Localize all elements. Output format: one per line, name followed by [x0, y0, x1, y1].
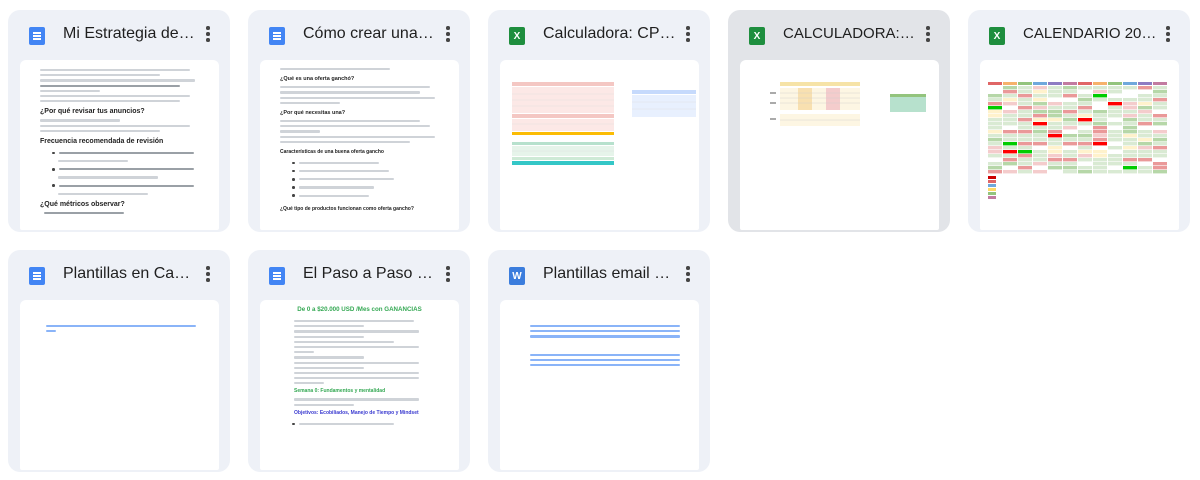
docs-icon: [29, 27, 45, 45]
file-card-calculadora-caps[interactable]: X CALCULADORA:…: [728, 10, 950, 232]
word-icon: W: [509, 267, 525, 285]
file-thumbnail[interactable]: [980, 60, 1179, 230]
card-header: Mi Estrategia de…: [8, 10, 230, 58]
card-header: Plantillas en Can…: [8, 250, 230, 298]
sheets-icon: X: [509, 27, 525, 45]
file-thumbnail[interactable]: [500, 60, 699, 230]
more-options-button[interactable]: [676, 262, 700, 286]
card-header: X CALCULADORA:…: [728, 10, 950, 58]
more-options-button[interactable]: [676, 22, 700, 46]
preview-heading: Características de una buena oferta ganc…: [280, 148, 384, 155]
file-card-plantillas-email[interactable]: W Plantillas email …: [488, 250, 710, 472]
file-thumbnail[interactable]: [740, 60, 939, 230]
sheets-icon: X: [749, 27, 765, 45]
more-options-button[interactable]: [196, 262, 220, 286]
spreadsheet-preview: [512, 82, 696, 165]
file-thumbnail[interactable]: [500, 300, 699, 470]
card-header: X Calculadora: CP…: [488, 10, 710, 58]
sheets-icon: X: [989, 27, 1005, 45]
card-header: W Plantillas email …: [488, 250, 710, 298]
file-title[interactable]: Plantillas en Can…: [63, 263, 198, 285]
preview-heading: Frecuencia recomendada de revisión: [40, 137, 164, 145]
more-options-button[interactable]: [916, 22, 940, 46]
file-thumbnail[interactable]: ¿Por qué revisar tus anuncios? Frecuenci…: [20, 60, 219, 230]
docs-icon: [269, 27, 285, 45]
file-card-calendario[interactable]: X CALENDARIO 20…: [968, 10, 1190, 232]
card-header: Cómo crear una …: [248, 10, 470, 58]
file-thumbnail[interactable]: ¿Qué es una oferta ganchó? ¿Por qué nece…: [260, 60, 459, 230]
file-card-como-crear[interactable]: Cómo crear una … ¿Qué es una oferta ganc…: [248, 10, 470, 232]
preview-title: De 0 a $20.000 USD /Mes con GANANCIAS: [297, 306, 422, 313]
calendar-preview: [988, 82, 1167, 199]
docs-icon: [269, 267, 285, 285]
preview-heading: ¿Qué es una oferta ganchó?: [280, 76, 355, 83]
preview-objectives-heading: Objetivos: Ecobiliados, Manejo de Tiempo…: [294, 409, 419, 416]
more-options-button[interactable]: [196, 22, 220, 46]
file-title[interactable]: Mi Estrategia de…: [63, 23, 198, 45]
file-card-el-paso-a-paso[interactable]: El Paso a Paso … De 0 a $20.000 USD /Mes…: [248, 250, 470, 472]
preview-heading: ¿Qué métricos observar?: [40, 201, 125, 208]
file-thumbnail[interactable]: De 0 a $20.000 USD /Mes con GANANCIAS Se…: [260, 300, 459, 470]
more-options-button[interactable]: [1156, 22, 1180, 46]
file-card-plantillas-canva[interactable]: Plantillas en Can…: [8, 250, 230, 472]
file-title[interactable]: Cómo crear una …: [303, 23, 438, 45]
file-title[interactable]: Plantillas email …: [543, 263, 678, 285]
file-title[interactable]: Calculadora: CP…: [543, 23, 678, 45]
spreadsheet-preview: [770, 82, 926, 126]
preview-heading: ¿Por qué necesitas una?: [280, 109, 346, 116]
file-title[interactable]: El Paso a Paso …: [303, 263, 438, 285]
file-thumbnail[interactable]: [20, 300, 219, 470]
preview-heading: ¿Qué tipo de productos funcionan como of…: [280, 205, 414, 212]
docs-icon: [29, 267, 45, 285]
more-options-button[interactable]: [436, 22, 460, 46]
card-header: X CALENDARIO 20…: [968, 10, 1190, 58]
file-title[interactable]: CALCULADORA:…: [783, 23, 918, 45]
file-card-calculadora-cp[interactable]: X Calculadora: CP…: [488, 10, 710, 232]
preview-section-heading: Semana 0: Fundamentos y mentalidad: [294, 388, 386, 395]
preview-heading: ¿Por qué revisar tus anuncios?: [40, 108, 145, 116]
file-title[interactable]: CALENDARIO 20…: [1023, 23, 1158, 45]
file-card-mi-estrategia[interactable]: Mi Estrategia de… ¿Por qué revisar tus a…: [8, 10, 230, 232]
card-header: El Paso a Paso …: [248, 250, 470, 298]
more-options-button[interactable]: [436, 262, 460, 286]
